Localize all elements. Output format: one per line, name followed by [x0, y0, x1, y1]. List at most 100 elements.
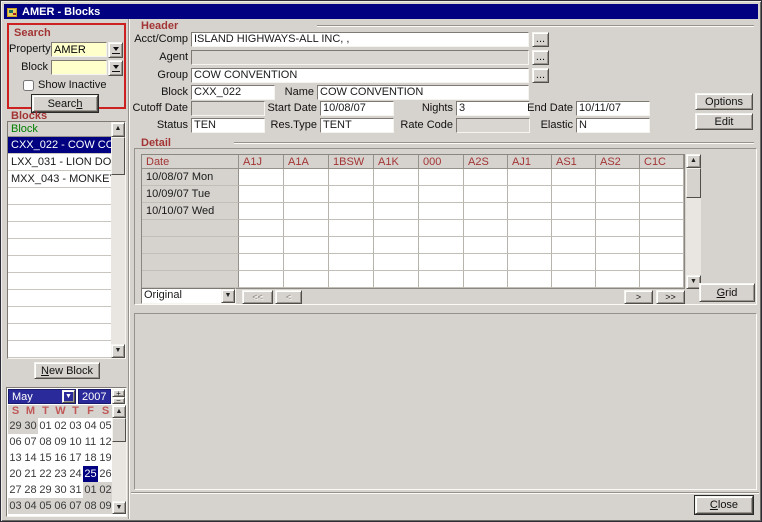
detail-value-cell[interactable] — [508, 186, 552, 203]
close-button[interactable]: Close — [695, 496, 753, 514]
detail-value-cell[interactable] — [552, 271, 596, 288]
calendar-day[interactable]: 06 — [8, 434, 23, 450]
detail-value-cell[interactable] — [239, 203, 284, 220]
calendar-day[interactable]: 09 — [98, 498, 113, 514]
detail-value-cell[interactable] — [464, 169, 508, 186]
agent-ellipsis-button[interactable]: ... — [532, 50, 549, 65]
acct-comp-ellipsis-button[interactable]: ... — [532, 32, 549, 47]
calendar-day[interactable]: 30 — [23, 418, 38, 434]
end-date-field[interactable]: 10/11/07 — [576, 101, 650, 116]
detail-value-cell[interactable] — [596, 203, 640, 220]
year-spinner[interactable]: + − — [112, 389, 125, 404]
calendar-day[interactable]: 24 — [68, 466, 83, 482]
block-list-item[interactable] — [8, 324, 111, 341]
calendar-day[interactable]: 05 — [38, 498, 53, 514]
next-page-button[interactable]: > — [624, 290, 653, 304]
last-page-button[interactable]: >> — [656, 290, 685, 304]
detail-value-cell[interactable] — [374, 271, 419, 288]
detail-value-cell[interactable] — [374, 237, 419, 254]
detail-value-cell[interactable] — [596, 237, 640, 254]
detail-value-cell[interactable] — [596, 254, 640, 271]
detail-value-cell[interactable] — [284, 271, 329, 288]
calendar-day[interactable]: 07 — [23, 434, 38, 450]
blocks-scrollbar[interactable]: ▲ ▼ — [111, 122, 125, 358]
month-select[interactable]: May ▼ — [8, 389, 76, 404]
detail-value-cell[interactable] — [508, 254, 552, 271]
block-list-item[interactable]: LXX_031 - LION DO — [8, 154, 111, 171]
calendar-day[interactable]: 01 — [83, 482, 98, 498]
block-list-item[interactable]: CXX_022 - COW CONVEN — [8, 137, 111, 154]
detail-value-cell[interactable] — [596, 271, 640, 288]
calendar-day[interactable]: 02 — [53, 418, 68, 434]
acct-comp-field[interactable]: ISLAND HIGHWAYS-ALL INC, , — [191, 32, 529, 47]
blocks-column-header[interactable]: Block — [8, 122, 111, 137]
detail-value-cell[interactable] — [508, 169, 552, 186]
view-select[interactable]: Original ▼ — [141, 288, 236, 304]
agent-field[interactable] — [191, 50, 529, 65]
detail-value-cell[interactable] — [239, 271, 284, 288]
block-list-item[interactable] — [8, 205, 111, 222]
property-input[interactable] — [51, 42, 107, 57]
detail-value-cell[interactable] — [284, 237, 329, 254]
scroll-down-icon[interactable]: ▼ — [112, 501, 126, 514]
calendar-day[interactable]: 26 — [98, 466, 113, 482]
calendar-day[interactable]: 02 — [98, 482, 113, 498]
detail-value-cell[interactable] — [464, 186, 508, 203]
spinner-down-icon[interactable]: − — [112, 397, 125, 404]
new-block-button[interactable]: New Block — [34, 362, 100, 379]
block-list-item[interactable] — [8, 290, 111, 307]
calendar-day[interactable]: 12 — [98, 434, 113, 450]
property-lov-button[interactable] — [108, 42, 123, 58]
calendar-day[interactable]: 01 — [38, 418, 53, 434]
calendar-day[interactable]: 05 — [98, 418, 113, 434]
calendar-day[interactable]: 06 — [53, 498, 68, 514]
calendar-day[interactable]: 08 — [38, 434, 53, 450]
detail-value-cell[interactable] — [552, 186, 596, 203]
block-list-item[interactable] — [8, 222, 111, 239]
detail-value-cell[interactable] — [596, 186, 640, 203]
calendar-day[interactable]: 20 — [8, 466, 23, 482]
edit-button[interactable]: Edit — [695, 113, 753, 130]
detail-value-cell[interactable] — [596, 220, 640, 237]
detail-value-cell[interactable] — [284, 220, 329, 237]
scroll-up-icon[interactable]: ▲ — [111, 122, 125, 137]
calendar-day[interactable]: 19 — [98, 450, 113, 466]
detail-value-cell[interactable] — [239, 169, 284, 186]
detail-value-cell[interactable] — [508, 271, 552, 288]
grid-button[interactable]: Grid — [699, 283, 755, 302]
detail-value-cell[interactable] — [596, 169, 640, 186]
block-list-item[interactable]: MXX_043 - MONKEY SEE — [8, 171, 111, 188]
block-list-item[interactable] — [8, 307, 111, 324]
start-date-field[interactable]: 10/08/07 — [320, 101, 394, 116]
detail-value-cell[interactable] — [508, 220, 552, 237]
prev-page-button[interactable]: < — [275, 290, 302, 304]
detail-value-cell[interactable] — [640, 186, 684, 203]
block-list-item[interactable] — [8, 239, 111, 256]
detail-value-cell[interactable] — [284, 169, 329, 186]
detail-value-cell[interactable] — [508, 203, 552, 220]
detail-value-cell[interactable] — [374, 169, 419, 186]
block-lov-button[interactable] — [108, 60, 123, 76]
detail-value-cell[interactable] — [640, 271, 684, 288]
title-bar[interactable]: AMER - Blocks — [4, 4, 758, 19]
scroll-up-icon[interactable]: ▲ — [686, 154, 701, 168]
view-dropdown-icon[interactable]: ▼ — [221, 289, 235, 303]
calendar-day[interactable]: 27 — [8, 482, 23, 498]
calendar-scroll-thumb[interactable] — [112, 418, 126, 442]
scroll-up-icon[interactable]: ▲ — [112, 405, 126, 418]
calendar-day[interactable]: 08 — [83, 498, 98, 514]
detail-value-cell[interactable] — [552, 254, 596, 271]
detail-value-cell[interactable] — [284, 186, 329, 203]
name-field[interactable]: COW CONVENTION — [317, 85, 529, 100]
detail-value-cell[interactable] — [329, 271, 374, 288]
detail-value-cell[interactable] — [640, 169, 684, 186]
detail-value-cell[interactable] — [464, 254, 508, 271]
scroll-down-icon[interactable]: ▼ — [111, 344, 125, 358]
detail-value-cell[interactable] — [464, 271, 508, 288]
detail-value-cell[interactable] — [374, 186, 419, 203]
calendar-day[interactable]: 17 — [68, 450, 83, 466]
detail-value-cell[interactable] — [329, 203, 374, 220]
detail-value-cell[interactable] — [640, 237, 684, 254]
calendar-scrollbar[interactable]: ▲ ▼ — [112, 405, 126, 514]
detail-value-cell[interactable] — [640, 203, 684, 220]
